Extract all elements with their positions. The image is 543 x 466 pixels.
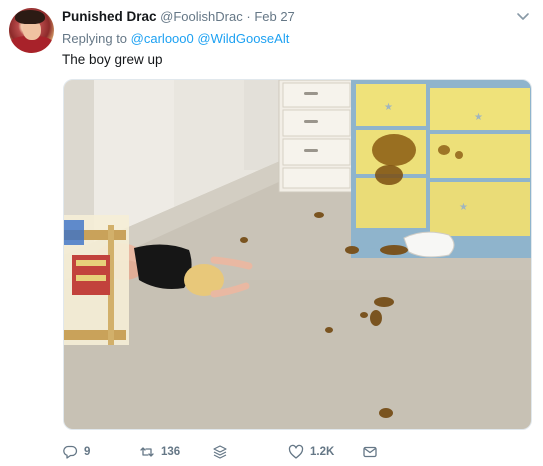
reply-count: 9 bbox=[84, 446, 91, 458]
mention-link[interactable]: @carlooo0 bbox=[131, 31, 194, 46]
tweet-card: Punished Drac @FoolishDrac · Feb 27 Repl… bbox=[0, 0, 543, 466]
tweet-actions: 9 136 1.2K bbox=[62, 443, 402, 461]
replying-to: Replying to @carlooo0 @WildGooseAlt bbox=[62, 31, 289, 46]
svg-text:★: ★ bbox=[384, 102, 393, 113]
reply-button[interactable]: 9 bbox=[62, 443, 90, 461]
author-name[interactable]: Punished Drac bbox=[62, 9, 157, 24]
heart-icon bbox=[288, 444, 304, 459]
message-button[interactable] bbox=[362, 443, 384, 461]
tweet-date[interactable]: Feb 27 bbox=[254, 9, 294, 24]
tweet-header: Punished Drac @FoolishDrac · Feb 27 bbox=[62, 9, 295, 27]
stack-button[interactable] bbox=[212, 443, 234, 461]
photo-image: ★ ★ ★ bbox=[64, 80, 531, 429]
reply-icon bbox=[63, 445, 78, 459]
envelope-icon bbox=[363, 446, 377, 458]
tweet-text: The boy grew up bbox=[62, 52, 163, 67]
author-handle[interactable]: @FoolishDrac bbox=[160, 9, 243, 24]
avatar-hair bbox=[15, 10, 45, 24]
separator-dot: · bbox=[246, 9, 251, 24]
svg-text:★: ★ bbox=[474, 112, 483, 123]
svg-text:★: ★ bbox=[459, 202, 468, 213]
replying-prefix: Replying to bbox=[62, 31, 128, 46]
retweet-button[interactable]: 136 bbox=[139, 443, 180, 461]
mention-link[interactable]: @WildGooseAlt bbox=[197, 31, 289, 46]
avatar[interactable] bbox=[9, 8, 54, 53]
retweet-icon bbox=[140, 447, 154, 457]
retweet-count: 136 bbox=[161, 446, 181, 458]
like-count: 1.2K bbox=[310, 446, 335, 458]
chevron-down-icon[interactable] bbox=[515, 10, 531, 24]
tweet-photo[interactable]: ★ ★ ★ bbox=[63, 79, 532, 430]
like-button[interactable]: 1.2K bbox=[288, 443, 334, 461]
stack-icon bbox=[213, 445, 227, 459]
